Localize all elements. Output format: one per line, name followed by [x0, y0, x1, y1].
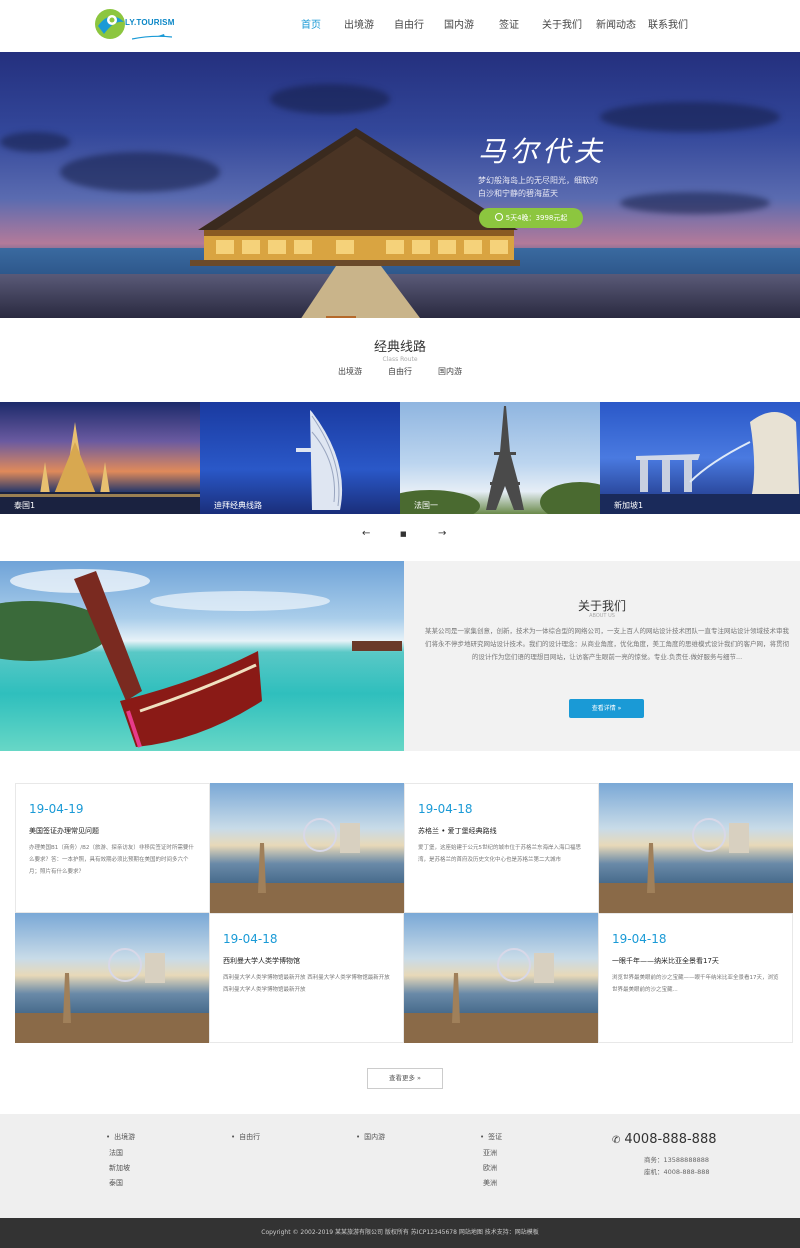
site-footer: 出境游 法国 新加坡 泰国 自由行 国内游 签证 亚洲 欧洲 美洲 ✆4008-… [0, 1114, 800, 1218]
footer-link[interactable]: 法国 [106, 1148, 135, 1158]
hut-image [190, 128, 520, 318]
news-london-image [210, 783, 404, 913]
route-caption: 迪拜经典线路 [214, 501, 262, 510]
merlion-image [600, 412, 800, 514]
nav-home[interactable]: 首页 [288, 0, 334, 52]
news-date: 19-04-18 [418, 802, 473, 816]
phone-icon: ✆ [612, 1135, 621, 1146]
route-card-dubai[interactable]: 迪拜经典线路 [200, 402, 400, 514]
route-card-thailand[interactable]: 泰国1 [0, 402, 200, 514]
route-caption: 法国一 [414, 501, 438, 510]
footer-link[interactable]: 泰国 [106, 1178, 135, 1188]
news-title[interactable]: 苏格兰 • 爱丁堡经典路线 [418, 826, 497, 836]
news-description: 西利曼大学人类学博物馆最新开放 西利曼大学人类学博物馆最新开放 西利曼大学人类学… [223, 975, 390, 993]
news-date: 19-04-19 [29, 802, 84, 816]
about-boat-image [0, 561, 404, 751]
news-card[interactable]: 19-04-18 西利曼大学人类学博物馆 西利曼大学人类学博物馆最新开放 西利曼… [15, 913, 404, 1043]
nav-contact[interactable]: 联系我们 [642, 0, 694, 52]
footer-col-outbound: 出境游 法国 新加坡 泰国 [106, 1132, 135, 1193]
footer-col-free-travel: 自由行 [231, 1132, 260, 1148]
about-subtitle: ABOUT US [589, 613, 615, 619]
footer-heading[interactable]: 国内游 [356, 1132, 385, 1142]
logo-text: LY.TOURISM [125, 18, 175, 27]
news-card[interactable]: 19-04-19 美国签证办理常见问题 办理美国B1（商务）/B2（旅游、探亲访… [15, 783, 404, 913]
nav-free-travel[interactable]: 自由行 [384, 0, 434, 52]
about-title: 关于我们 [577, 599, 626, 613]
news-card[interactable]: 19-04-18 一眼千年——纳米比亚全景看17天 浏览世界最美眼前的沙之宝藏—… [404, 913, 793, 1043]
hero-subtitle: 梦幻般海岛上的无尽阳光，细软的 白沙和宁静的碧海蓝天 [478, 176, 598, 198]
tab-outbound[interactable]: 出境游 [338, 366, 362, 377]
hero-title: 马尔代夫 [478, 135, 607, 168]
nav-about[interactable]: 关于我们 [534, 0, 590, 52]
routes-tabs: 出境游 自由行 国内游 [0, 366, 800, 377]
footer-phone: ✆ 4008-888-888 [612, 1132, 717, 1147]
carousel-prev-button[interactable]: ← [362, 528, 370, 539]
footer-link[interactable]: 新加坡 [106, 1163, 135, 1173]
view-more-button[interactable]: 查看更多 » [367, 1068, 443, 1089]
about-description: 某某公司是一家集创意，创新，技术为一体综合型的网络公司，一支上百人的网站设计技术… [425, 627, 789, 661]
nav-news[interactable]: 新闻动态 [590, 0, 642, 52]
copyright-bar: Copyright © 2002-2019 某某旅游有限公司 版权所有 苏ICP… [0, 1218, 800, 1248]
site-header: LY.TOURISM 首页 出境游 自由行 国内游 签证 关于我们 新闻动态 联… [0, 0, 800, 52]
nav-outbound[interactable]: 出境游 [334, 0, 384, 52]
news-london-image [15, 913, 209, 1043]
news-london-image [404, 913, 598, 1043]
news-date: 19-04-18 [223, 932, 278, 946]
routes-heading: 经典线路 Class Route [0, 336, 800, 363]
routes-title: 经典线路 [373, 340, 426, 355]
tab-free-travel[interactable]: 自由行 [388, 366, 412, 377]
footer-col-domestic: 国内游 [356, 1132, 385, 1148]
route-caption: 泰国1 [14, 501, 36, 510]
news-london-image [599, 783, 793, 913]
news-card[interactable]: 19-04-18 苏格兰 • 爱丁堡经典路线 爱丁堡，这座始建于公元5世纪的城市… [404, 783, 793, 913]
footer-contact-business: 商务：13588888888 [644, 1156, 709, 1164]
temple-image [0, 422, 200, 514]
clock-icon [494, 213, 503, 221]
footer-heading[interactable]: 自由行 [231, 1132, 260, 1142]
about-details-button[interactable]: 查看详情 » [569, 699, 644, 718]
footer-link[interactable]: 欧洲 [480, 1163, 502, 1173]
footer-link[interactable]: 美洲 [480, 1178, 502, 1188]
carousel-controls: ← ■ → [0, 528, 800, 542]
carousel-next-button[interactable]: → [438, 528, 446, 539]
tab-domestic[interactable]: 国内游 [438, 366, 462, 377]
routes-carousel: 泰国1 迪拜经典线路 法国一 新加坡1 [0, 402, 800, 514]
about-section: 关于我们 ABOUT US 某某公司是一家集创意，创新，技术为一体综合型的网络公… [0, 561, 800, 751]
nav-visa[interactable]: 签证 [484, 0, 534, 52]
route-card-france[interactable]: 法国一 [400, 402, 600, 514]
footer-heading[interactable]: 签证 [480, 1132, 502, 1142]
eiffel-tower-image [400, 406, 600, 514]
route-card-singapore[interactable]: 新加坡1 [600, 402, 800, 514]
hero-book-button[interactable]: 5天4晚：3998元起 [479, 208, 583, 228]
nav-domestic[interactable]: 国内游 [434, 0, 484, 52]
news-title[interactable]: 西利曼大学人类学博物馆 [223, 956, 300, 966]
footer-col-visa: 签证 亚洲 欧洲 美洲 [480, 1132, 502, 1193]
carousel-grid-icon[interactable]: ■ [400, 530, 407, 538]
main-nav: 首页 出境游 自由行 国内游 签证 关于我们 新闻动态 联系我们 [288, 0, 694, 52]
footer-link[interactable]: 亚洲 [480, 1148, 502, 1158]
news-grid: 19-04-19 美国签证办理常见问题 办理美国B1（商务）/B2（旅游、探亲访… [15, 783, 793, 1043]
logo[interactable]: LY.TOURISM [92, 4, 182, 46]
news-description: 浏览世界最美眼前的沙之宝藏——眼千年纳米比亚全景看17天，浏览世界最美眼前的沙之… [612, 975, 779, 993]
footer-contact-landline: 座机：4008-888-888 [644, 1168, 710, 1176]
news-description: 办理美国B1（商务）/B2（旅游、探亲访友）非移民签证时所需要什么要求？答：一本… [29, 845, 194, 875]
news-title[interactable]: 一眼千年——纳米比亚全景看17天 [612, 956, 719, 966]
route-caption: 新加坡1 [614, 501, 644, 510]
news-description: 爱丁堡，这座始建于公元5世纪的城市位于苏格兰东海岸入海口福思湾，是苏格兰的首府及… [418, 845, 582, 863]
footer-heading[interactable]: 出境游 [106, 1132, 135, 1142]
news-date: 19-04-18 [612, 932, 667, 946]
hero-banner[interactable]: 马尔代夫 梦幻般海岛上的无尽阳光，细软的 白沙和宁静的碧海蓝天 5天4晚：399… [0, 52, 800, 318]
routes-subtitle: Class Route [382, 356, 418, 363]
plane-icon [132, 34, 172, 40]
burj-al-arab-image [296, 410, 343, 510]
news-title[interactable]: 美国签证办理常见问题 [29, 826, 99, 836]
